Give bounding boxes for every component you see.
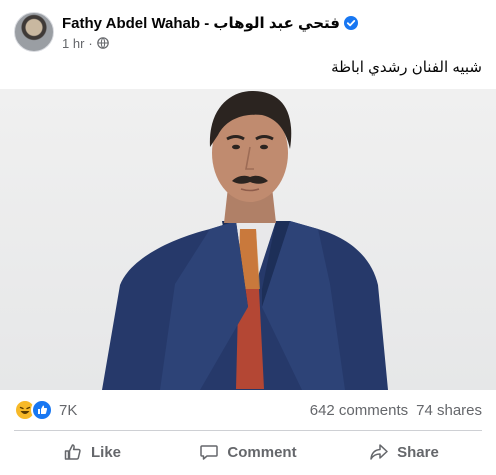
post-stats: 7K 642 comments 74 shares <box>14 398 482 422</box>
like-icon <box>31 399 53 421</box>
comment-button[interactable]: Comment <box>170 434 326 470</box>
like-button[interactable]: Like <box>14 434 170 470</box>
share-button[interactable]: Share <box>326 434 482 470</box>
engagement-counts: 642 comments 74 shares <box>310 402 482 419</box>
post-header: Fathy Abdel Wahab - فتحي عبد الوهاب 1 hr… <box>14 10 486 54</box>
post-photo[interactable] <box>0 89 496 390</box>
comments-count[interactable]: 642 comments <box>310 402 408 419</box>
verified-badge-icon <box>344 15 358 30</box>
reactions-count[interactable]: 7K <box>59 402 77 419</box>
thumbs-up-icon <box>64 444 81 460</box>
post-subline: 1 hr · <box>62 36 358 51</box>
author-name[interactable]: Fathy Abdel Wahab - فتحي عبد الوهاب <box>62 14 340 32</box>
author-avatar[interactable] <box>14 12 54 52</box>
like-label: Like <box>90 443 121 461</box>
author-row: Fathy Abdel Wahab - فتحي عبد الوهاب <box>62 14 358 32</box>
portrait-illustration <box>102 91 388 390</box>
post-actions: Like Comment Share <box>14 432 482 472</box>
reaction-icons <box>14 399 53 421</box>
post-caption: شبيه الفنان رشدي اباظة <box>331 59 482 76</box>
globe-icon[interactable] <box>96 37 109 49</box>
post-meta: Fathy Abdel Wahab - فتحي عبد الوهاب 1 hr… <box>62 14 358 51</box>
comment-bubble-icon <box>200 445 219 460</box>
separator-dot: · <box>88 35 93 51</box>
facebook-post: Fathy Abdel Wahab - فتحي عبد الوهاب 1 hr… <box>0 0 496 475</box>
reactions-summary[interactable]: 7K <box>14 399 77 421</box>
share-arrow-icon <box>370 444 388 460</box>
actions-divider <box>14 430 482 431</box>
share-label: Share <box>397 443 439 461</box>
post-time[interactable]: 1 hr <box>62 36 84 51</box>
shares-count[interactable]: 74 shares <box>416 402 482 419</box>
comment-label: Comment <box>227 443 297 461</box>
